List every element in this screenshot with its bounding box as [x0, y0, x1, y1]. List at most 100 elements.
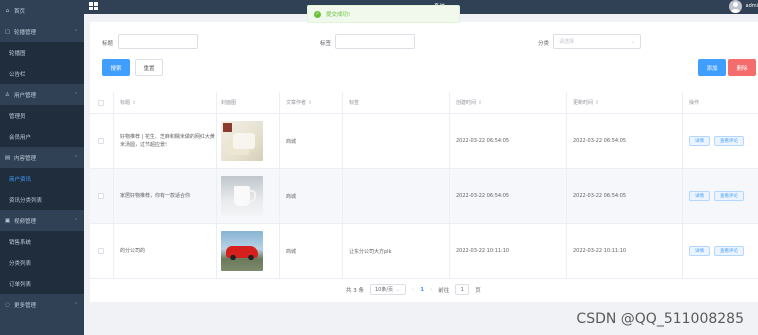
avatar[interactable] — [729, 0, 742, 13]
header-title[interactable]: 标题 ⇕ — [114, 92, 217, 113]
reset-button[interactable]: 重置 — [135, 59, 163, 76]
sidebar-item-label: 轮播图 — [9, 50, 26, 57]
row-title: 的分公司的 — [120, 248, 146, 254]
pagination-total: 共 3 条 — [346, 287, 364, 294]
sidebar-item-label: 资讯分类列表 — [9, 197, 43, 204]
header-created[interactable]: 创建时间 ⇕ — [450, 92, 567, 113]
chevron-icon: ⌃ — [73, 91, 78, 98]
title-filter-input[interactable] — [118, 34, 198, 49]
cover-image — [221, 176, 263, 216]
cover-image — [221, 121, 263, 161]
category-filter-label: 分类 — [538, 41, 550, 47]
sidebar-item[interactable]: 公告栏 — [0, 63, 84, 84]
sidebar-item-label: 销售系统 — [9, 239, 32, 246]
image-icon: ▢ — [4, 28, 11, 35]
category-select[interactable]: 请选择 ⌄ — [553, 34, 641, 49]
chevron-down-icon: ⌄ — [395, 287, 400, 293]
category-placeholder: 请选择 — [559, 39, 575, 45]
row-author: 商城 — [280, 224, 343, 278]
header-updated[interactable]: 更新时间 ⇕ — [567, 92, 683, 113]
sidebar-item[interactable]: ◌ 更多管理 ⌃ — [0, 294, 84, 315]
row-updated: 2022-03-22 10:11:10 — [567, 224, 683, 278]
collapse-menu-icon[interactable] — [89, 2, 98, 10]
main-panel: 标题 标签 分类 请选择 ⌄ 搜索 重置 添加 删除 标题 ⇕ 封面图 文章作者 ⇕… — [90, 22, 758, 302]
detail-button[interactable]: 详情 — [689, 136, 710, 146]
sort-icon[interactable]: ⇕ — [132, 100, 136, 106]
sidebar-item[interactable]: 轮播图 — [0, 42, 84, 63]
row-author: 商城 — [280, 114, 343, 168]
sidebar-item[interactable]: 资讯分类列表 — [0, 189, 84, 210]
header-author[interactable]: 文章作者 ⇕ — [280, 92, 343, 113]
sidebar-item-label: 视频管理 — [14, 218, 37, 225]
sidebar-item-label: 首页 — [14, 8, 26, 15]
row-title: 好物推荐 | 花生、芝麻和糯米做的网红大黄米汤圆，过节超应景! — [120, 134, 215, 148]
goto-page-input[interactable]: 1 — [455, 284, 470, 295]
page-size-select[interactable]: 10条/页 ⌄ — [370, 284, 406, 295]
row-tag: 让东分公司大方plk — [343, 224, 450, 278]
table-row: 好物推荐 | 花生、芝麻和糯米做的网红大黄米汤圆，过节超应景! 商城 2022-… — [90, 114, 758, 169]
sort-icon[interactable]: ⇕ — [308, 100, 312, 106]
delete-button[interactable]: 删除 — [728, 59, 756, 76]
sidebar-item-label: 订单列表 — [9, 281, 32, 288]
sidebar-item-label: 轮播管理 — [14, 29, 37, 36]
row-checkbox[interactable] — [98, 138, 104, 144]
sidebar-item-label: 更多管理 — [14, 302, 37, 309]
detail-button[interactable]: 详情 — [689, 246, 710, 256]
sidebar-item[interactable]: 分类列表 — [0, 252, 84, 273]
header-actions: 操作 — [689, 100, 700, 106]
sidebar-item[interactable]: 销售系统 — [0, 231, 84, 252]
row-tag — [343, 169, 450, 223]
table-row: 家居好物推荐，你有一款适合你 商城 2022-03-22 06:54:05 20… — [90, 169, 758, 224]
view-comments-button[interactable]: 查看评论 — [714, 191, 744, 201]
articles-table: 标题 ⇕ 封面图 文章作者 ⇕ 标签 创建时间 ⇕ 更新时间 ⇕ 操作 好物推荐 | 花… — [90, 92, 758, 279]
sidebar-item[interactable]: ⌂ 首页 — [0, 0, 84, 21]
view-comments-button[interactable]: 查看评论 — [714, 136, 744, 146]
title-filter-label: 标题 — [102, 41, 114, 47]
sidebar-item-label: 会员用户 — [9, 134, 32, 141]
view-comments-button[interactable]: 查看评论 — [714, 246, 744, 256]
header-tag: 标签 — [343, 92, 450, 113]
row-checkbox[interactable] — [98, 248, 104, 254]
cover-image — [221, 231, 263, 271]
sidebar-item[interactable]: 管理员 — [0, 105, 84, 126]
page-unit-label: 页 — [475, 287, 481, 294]
sort-icon[interactable]: ⇕ — [478, 100, 482, 106]
sidebar-item-label: 商户资讯 — [9, 176, 32, 183]
tag-filter-input[interactable] — [335, 34, 415, 49]
home-icon: ⌂ — [5, 7, 10, 14]
sidebar-item[interactable]: ▣ 视频管理 ⌃ — [0, 210, 84, 231]
table-row: 的分公司的 商城 让东分公司大方plk 2022-03-22 10:11:10 … — [90, 224, 758, 279]
row-author: 商城 — [280, 169, 343, 223]
prev-page-button[interactable]: ‹ — [412, 287, 414, 293]
document-icon: ▤ — [4, 154, 11, 161]
row-updated: 2022-03-22 06:54:05 — [567, 169, 683, 223]
row-checkbox[interactable] — [98, 193, 104, 199]
sidebar-item[interactable]: ♙ 用户管理 ⌃ — [0, 84, 84, 105]
sidebar-item[interactable]: 商户资讯 — [0, 168, 84, 189]
row-tag — [343, 114, 450, 168]
chevron-down-icon: ⌄ — [630, 39, 635, 45]
chevron-icon: ⌃ — [73, 154, 78, 161]
pagination: 共 3 条 10条/页 ⌄ ‹ 1 › 前往 1 页 — [346, 284, 481, 295]
sidebar-item[interactable]: 会员用户 — [0, 126, 84, 147]
goto-label: 前往 — [438, 287, 450, 294]
sidebar-item-label: 用户管理 — [14, 92, 37, 99]
select-all-checkbox[interactable] — [98, 99, 104, 106]
sort-icon[interactable]: ⇕ — [595, 100, 599, 106]
sidebar-item-label: 管理员 — [9, 113, 26, 120]
check-circle-icon: ✓ — [314, 10, 321, 18]
sidebar-item-label: 内容管理 — [14, 155, 37, 162]
sidebar-item[interactable]: ▤ 内容管理 ⌃ — [0, 147, 84, 168]
detail-button[interactable]: 详情 — [689, 191, 710, 201]
search-button[interactable]: 搜索 — [102, 59, 130, 76]
page-number-current[interactable]: 1 — [420, 287, 424, 293]
table-header-row: 标题 ⇕ 封面图 文章作者 ⇕ 标签 创建时间 ⇕ 更新时间 ⇕ 操作 — [90, 92, 758, 114]
sidebar-item[interactable]: ▢ 轮播管理 ⌃ — [0, 21, 84, 42]
header-cover: 封面图 — [217, 92, 280, 113]
add-button[interactable]: 添加 — [698, 59, 726, 76]
row-created: 2022-03-22 06:54:05 — [450, 169, 567, 223]
chevron-icon: ⌃ — [73, 301, 78, 308]
username[interactable]: admi — [746, 3, 758, 9]
next-page-button[interactable]: › — [430, 287, 432, 293]
sidebar-item[interactable]: 订单列表 — [0, 273, 84, 294]
